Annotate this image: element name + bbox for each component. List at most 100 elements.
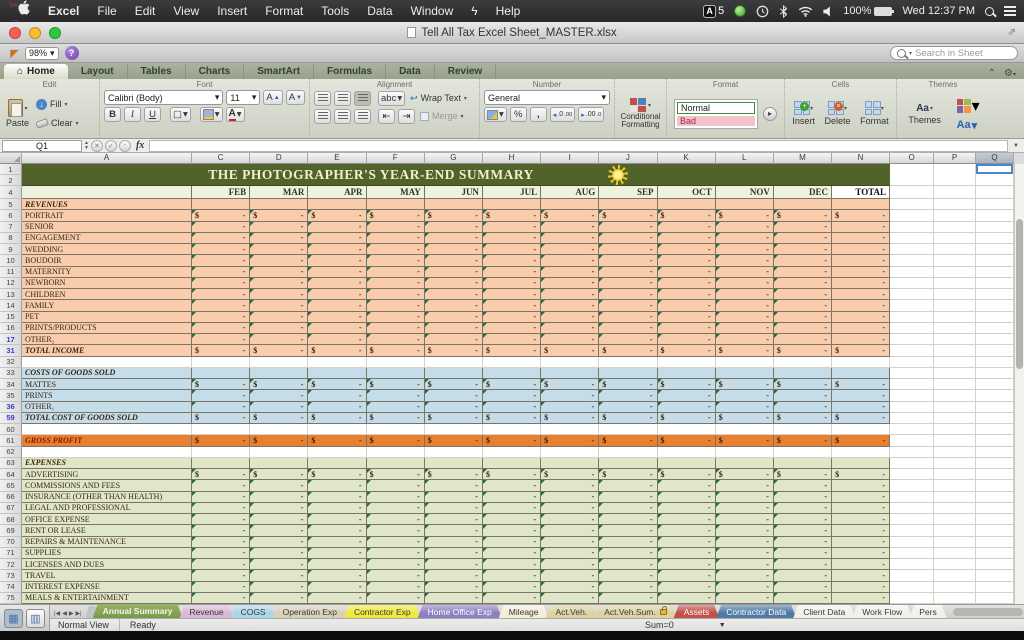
- row-label-cell[interactable]: [22, 447, 192, 458]
- tab-scroll-first[interactable]: |◀: [54, 610, 60, 617]
- row-header[interactable]: 6: [0, 210, 22, 221]
- cell[interactable]: [250, 357, 308, 368]
- cell[interactable]: -: [658, 559, 716, 570]
- cell[interactable]: -: [832, 267, 890, 278]
- cell[interactable]: [934, 210, 976, 221]
- cell[interactable]: -: [541, 312, 599, 323]
- cell[interactable]: -: [541, 480, 599, 491]
- cell[interactable]: -: [425, 593, 483, 604]
- cell[interactable]: [934, 492, 976, 503]
- cell[interactable]: $-: [425, 345, 483, 356]
- month-header-cell[interactable]: JUL: [483, 186, 541, 199]
- cell[interactable]: [890, 244, 934, 255]
- row-header[interactable]: 7: [0, 222, 22, 233]
- accounting-format-button[interactable]: ▾: [484, 107, 507, 122]
- cell[interactable]: [658, 424, 716, 435]
- cell[interactable]: -: [658, 525, 716, 536]
- cell[interactable]: [934, 582, 976, 593]
- cell[interactable]: -: [716, 390, 774, 401]
- cell[interactable]: $-: [192, 379, 250, 390]
- cell[interactable]: -: [541, 525, 599, 536]
- cell[interactable]: -: [483, 289, 541, 300]
- cell[interactable]: -: [774, 289, 832, 300]
- cell[interactable]: -: [367, 593, 425, 604]
- cell[interactable]: $-: [308, 435, 366, 446]
- cell[interactable]: -: [250, 525, 308, 536]
- cell[interactable]: [934, 469, 976, 480]
- italic-button[interactable]: I: [124, 107, 141, 122]
- number-format-select[interactable]: General▾: [484, 90, 610, 105]
- insert-function-button[interactable]: fx: [133, 140, 147, 151]
- row-header[interactable]: 73: [0, 570, 22, 581]
- cell[interactable]: -: [483, 548, 541, 559]
- sheet-tab-assets[interactable]: Assets: [674, 605, 720, 618]
- cell[interactable]: [976, 503, 1014, 514]
- cell[interactable]: -: [250, 278, 308, 289]
- row-header[interactable]: 12: [0, 278, 22, 289]
- theme-colors-button[interactable]: ▾: [957, 96, 980, 116]
- cell[interactable]: -: [716, 503, 774, 514]
- cell[interactable]: -: [425, 480, 483, 491]
- cell[interactable]: [890, 570, 934, 581]
- cell[interactable]: -: [541, 278, 599, 289]
- row-header[interactable]: 60: [0, 424, 22, 435]
- conditional-formatting-button[interactable]: ▾ ConditionalFormatting: [618, 98, 662, 129]
- row-header[interactable]: 4: [0, 186, 22, 199]
- cell[interactable]: [541, 199, 599, 210]
- cell[interactable]: [832, 424, 890, 435]
- column-header-k[interactable]: K: [658, 153, 716, 164]
- cell[interactable]: -: [716, 334, 774, 345]
- sheet-tab-contractor-data[interactable]: Contractor Data: [716, 605, 796, 618]
- cell[interactable]: [308, 199, 366, 210]
- cell[interactable]: [934, 334, 976, 345]
- cell[interactable]: -: [425, 255, 483, 266]
- cell[interactable]: -: [774, 255, 832, 266]
- cell[interactable]: [890, 334, 934, 345]
- cell[interactable]: [250, 458, 308, 469]
- cell[interactable]: [934, 368, 976, 379]
- row-label-cell[interactable]: COSTS OF GOODS SOLD: [22, 368, 192, 379]
- cell[interactable]: -: [716, 402, 774, 413]
- cell[interactable]: [425, 199, 483, 210]
- cell[interactable]: [541, 357, 599, 368]
- fill-color-button[interactable]: ▾: [200, 107, 223, 122]
- cell[interactable]: [976, 435, 1014, 446]
- cell[interactable]: -: [483, 525, 541, 536]
- sheet-tab-client-data[interactable]: Client Data: [793, 605, 855, 618]
- cell[interactable]: -: [832, 593, 890, 604]
- tab-scroll-prev[interactable]: ◀: [62, 610, 67, 617]
- name-box[interactable]: Q1: [2, 140, 82, 152]
- cell[interactable]: -: [774, 390, 832, 401]
- row-label-cell[interactable]: [22, 357, 192, 368]
- cell[interactable]: $-: [774, 413, 832, 424]
- cell[interactable]: [976, 379, 1014, 390]
- sheet-tab-contractor-exp[interactable]: Contractor Exp: [344, 605, 421, 618]
- cell[interactable]: -: [192, 289, 250, 300]
- format-painter-button[interactable]: ◤: [6, 45, 23, 61]
- cell[interactable]: [716, 447, 774, 458]
- cell[interactable]: [976, 222, 1014, 233]
- cell[interactable]: -: [599, 255, 657, 266]
- cell[interactable]: [308, 447, 366, 458]
- month-header-cell[interactable]: TOTAL: [832, 186, 890, 199]
- cell[interactable]: -: [425, 289, 483, 300]
- cell[interactable]: -: [541, 323, 599, 334]
- cell[interactable]: $-: [658, 413, 716, 424]
- row-label-cell[interactable]: INTEREST EXPENSE: [22, 582, 192, 593]
- cell[interactable]: -: [541, 334, 599, 345]
- cell[interactable]: -: [774, 570, 832, 581]
- column-header-f[interactable]: F: [367, 153, 425, 164]
- sheet-title-banner[interactable]: THE PHOTOGRAPHER'S YEAR-END SUMMARY: [22, 164, 890, 186]
- cell[interactable]: [599, 199, 657, 210]
- row-label-cell[interactable]: PRINTS: [22, 390, 192, 401]
- cell[interactable]: -: [832, 514, 890, 525]
- cell[interactable]: -: [250, 582, 308, 593]
- cell[interactable]: $-: [367, 435, 425, 446]
- volume-icon[interactable]: [823, 6, 833, 17]
- cell[interactable]: -: [658, 537, 716, 548]
- row-header[interactable]: 35: [0, 390, 22, 401]
- tab-formulas[interactable]: Formulas: [314, 64, 386, 79]
- sheet-tab-act-veh-sum-[interactable]: Act.Veh.Sum.: [594, 605, 677, 618]
- cell[interactable]: $-: [425, 210, 483, 221]
- cell[interactable]: [541, 458, 599, 469]
